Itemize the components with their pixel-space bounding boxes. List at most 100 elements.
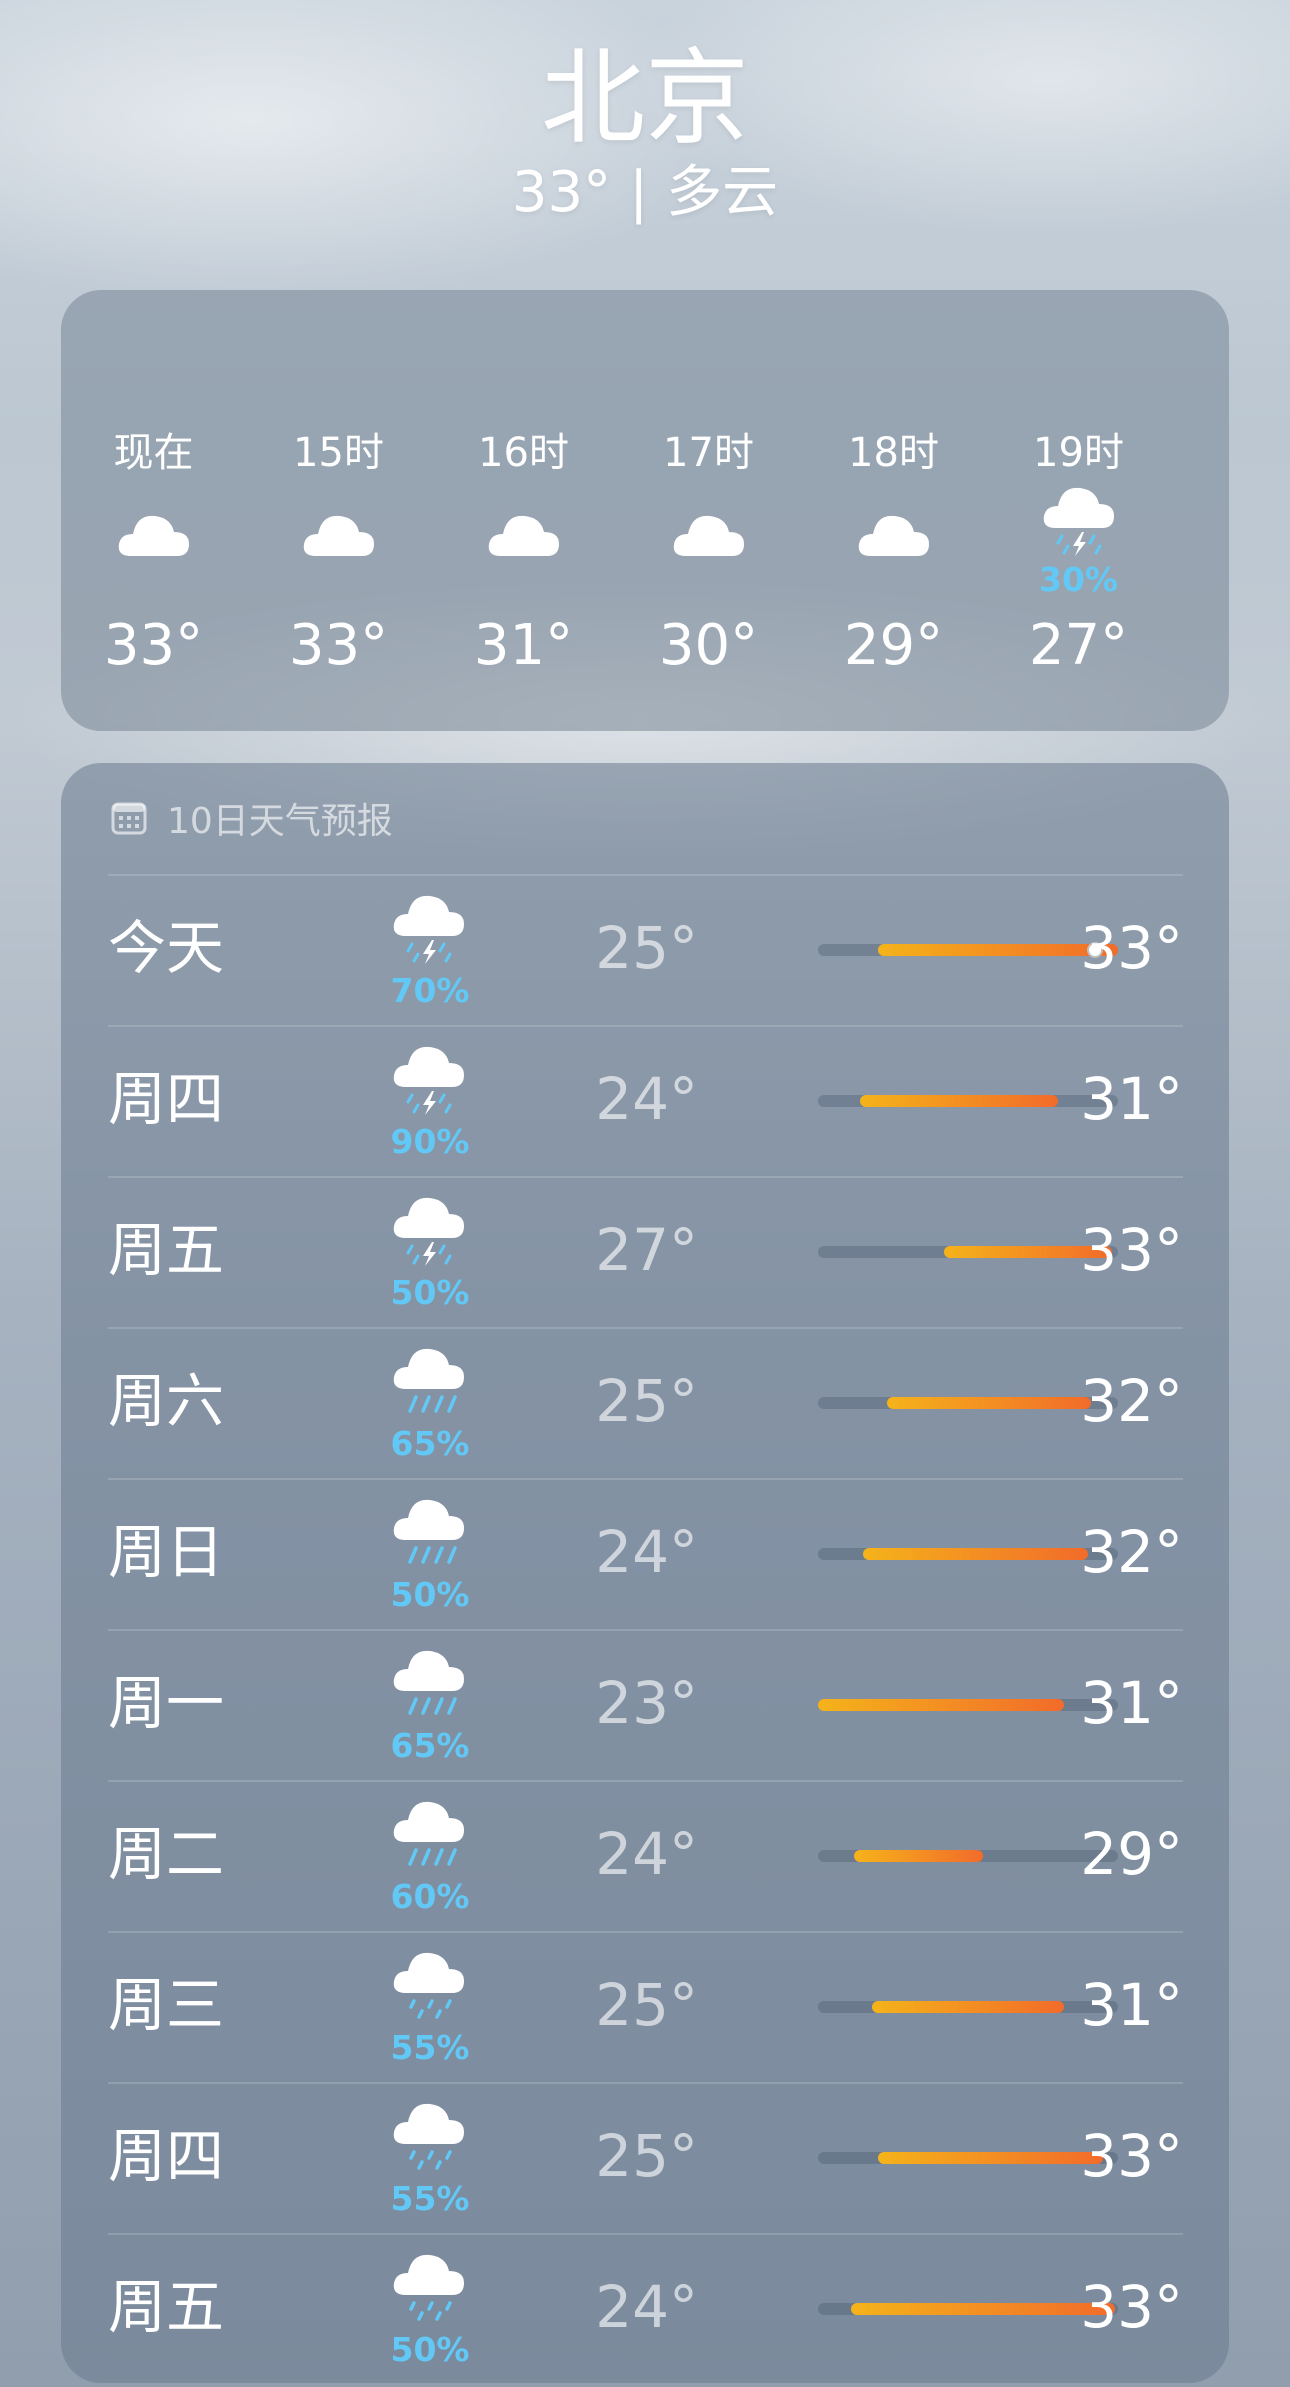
forecast-high: 33° — [1080, 914, 1183, 982]
forecast-row[interactable]: 周日 50% 24° 32° — [108, 1478, 1183, 1630]
drizzle-icon — [393, 2254, 464, 2321]
temperature-range-bar — [818, 1699, 1064, 1711]
forecast-row[interactable]: 周四 90% 24° 31° — [108, 1025, 1183, 1177]
forecast-icon-wrap — [392, 1498, 466, 1568]
forecast-day: 今天 — [108, 914, 225, 982]
forecast-icon-wrap — [392, 1045, 466, 1115]
forecast-day: 周五 — [108, 1216, 225, 1284]
forecast-day: 周五 — [108, 2273, 225, 2341]
forecast-icon-wrap — [392, 2253, 466, 2323]
forecast-low: 27° — [595, 1216, 698, 1284]
forecast-row[interactable]: 周五 50% 27° 33° — [108, 1176, 1183, 1328]
cloud-icon — [488, 515, 559, 556]
forecast-high: 32° — [1080, 1518, 1183, 1586]
hourly-temp: 31° — [473, 613, 574, 678]
forecast-row[interactable]: 周四 55% 25° 33° — [108, 2082, 1183, 2234]
forecast-row[interactable]: 周一 65% 23° 31° — [108, 1629, 1183, 1781]
temperature-range-bar — [872, 2001, 1064, 2013]
forecast-high: 31° — [1080, 1971, 1183, 2039]
forecast-row[interactable]: 今天 70% 25° 33° — [108, 874, 1183, 1026]
forecast-low: 24° — [595, 1065, 698, 1133]
rain-icon — [393, 1801, 464, 1866]
hourly-icon-wrap — [1042, 486, 1116, 556]
forecast-precip: 50% — [390, 2330, 470, 2369]
forecast-low: 25° — [595, 1367, 698, 1435]
forecast-icon-wrap — [392, 1800, 466, 1870]
rain-icon — [393, 1348, 464, 1413]
forecast-high: 29° — [1080, 1820, 1183, 1888]
hourly-icon-wrap — [672, 508, 746, 558]
ten-day-forecast-card[interactable]: 10日天气预报 今天 70% 25° 33° 周四 90% 24° 31° 周五 50% 27° 33… — [61, 763, 1229, 2383]
forecast-high: 32° — [1080, 1367, 1183, 1435]
hourly-precip: 30% — [1039, 560, 1118, 599]
hourly-time: 现在 — [113, 430, 194, 476]
forecast-row[interactable]: 周二 60% 24° 29° — [108, 1780, 1183, 1932]
current-summary: 33° | 多云 — [0, 158, 1290, 228]
forecast-icon-wrap — [392, 1347, 466, 1417]
forecast-day: 周二 — [108, 1820, 225, 1888]
thunderstorm-icon — [393, 1046, 464, 1115]
forecast-row[interactable]: 周三 55% 25° 31° — [108, 1931, 1183, 2083]
hourly-icon-wrap — [857, 508, 931, 558]
forecast-day: 周四 — [108, 2122, 225, 2190]
current-condition: 多云 — [666, 160, 779, 225]
hourly-temp: 33° — [103, 613, 204, 678]
temperature-range-bar — [860, 1095, 1058, 1107]
forecast-icon-wrap — [392, 1951, 466, 2021]
hourly-time: 18时 — [848, 430, 939, 476]
thunderstorm-icon — [393, 1197, 464, 1266]
forecast-precip: 50% — [390, 1273, 470, 1312]
forecast-day: 周六 — [108, 1367, 225, 1435]
forecast-precip: 55% — [390, 2028, 470, 2067]
city-name: 北京 — [540, 37, 749, 159]
forecast-day: 周一 — [108, 1669, 225, 1737]
hourly-temp: 33° — [288, 613, 389, 678]
forecast-high: 31° — [1080, 1669, 1183, 1737]
forecast-icon-wrap — [392, 2102, 466, 2172]
forecast-high: 33° — [1080, 2273, 1183, 2341]
forecast-low: 24° — [595, 1820, 698, 1888]
forecast-precip: 60% — [390, 1877, 470, 1916]
forecast-high: 33° — [1080, 2122, 1183, 2190]
forecast-low: 25° — [595, 1971, 698, 2039]
hourly-forecast-card[interactable]: 现在33°15时33°16时31°17时30°18时29°19时30%27°2 — [61, 290, 1229, 731]
thunderstorm-icon — [1043, 487, 1114, 556]
calendar-icon — [111, 802, 147, 835]
hourly-temp: 27° — [1028, 613, 1129, 678]
forecast-header: 10日天气预报 — [111, 793, 393, 843]
hourly-time: 16时 — [478, 430, 569, 476]
drizzle-icon — [393, 2103, 464, 2170]
hourly-time: 19时 — [1033, 430, 1124, 476]
cloud-icon — [118, 515, 189, 556]
forecast-precip: 50% — [390, 1575, 470, 1614]
summary-separator: | — [629, 160, 649, 225]
temperature-range-bar — [854, 1850, 983, 1862]
temperature-range-bar — [887, 1397, 1091, 1409]
forecast-low: 25° — [595, 2122, 698, 2190]
forecast-precip: 90% — [390, 1122, 470, 1161]
drizzle-icon — [393, 1952, 464, 2019]
current-temp: 33° — [511, 160, 612, 225]
hourly-icon-wrap — [117, 508, 191, 558]
cloud-icon — [673, 515, 744, 556]
forecast-precip: 65% — [390, 1726, 470, 1765]
rain-icon — [393, 1499, 464, 1564]
forecast-icon-wrap — [392, 1649, 466, 1719]
hourly-time: 17时 — [663, 430, 754, 476]
forecast-precip: 55% — [390, 2179, 470, 2218]
forecast-low: 24° — [595, 2273, 698, 2341]
thunderstorm-icon — [393, 895, 464, 964]
forecast-row[interactable]: 周六 65% 25° 32° — [108, 1327, 1183, 1479]
forecast-high: 33° — [1080, 1216, 1183, 1284]
forecast-row[interactable]: 周五 50% 24° 33° — [108, 2233, 1183, 2383]
forecast-title: 10日天气预报 — [167, 801, 393, 842]
hourly-time: 15时 — [293, 430, 384, 476]
forecast-precip: 65% — [390, 1424, 470, 1463]
cloud-icon — [303, 515, 374, 556]
hourly-temp: 30° — [658, 613, 759, 678]
hourly-temp: 29° — [843, 613, 944, 678]
forecast-day: 周三 — [108, 1971, 225, 2039]
forecast-low: 24° — [595, 1518, 698, 1586]
forecast-low: 23° — [595, 1669, 698, 1737]
forecast-high: 31° — [1080, 1065, 1183, 1133]
